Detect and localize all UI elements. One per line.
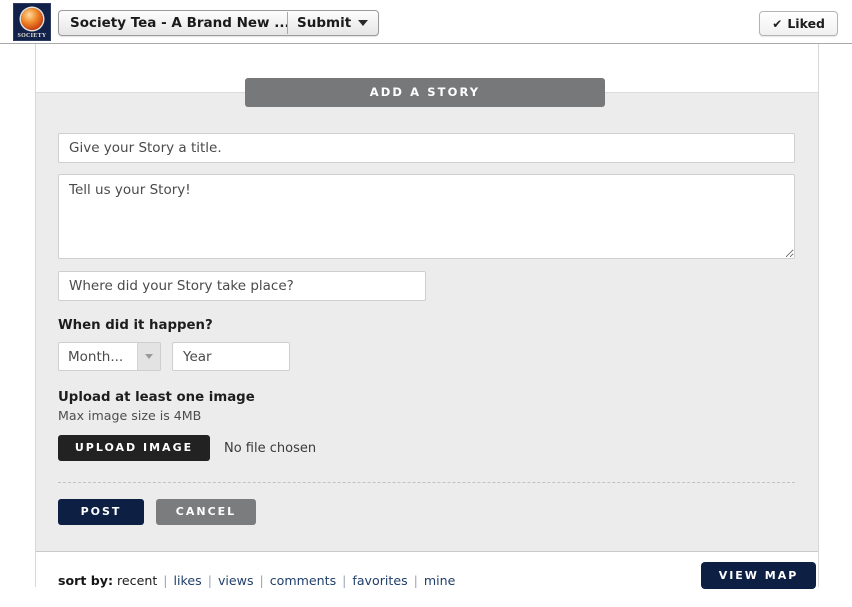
- sort-link-views[interactable]: views: [218, 573, 254, 588]
- liked-label: Liked: [787, 16, 825, 31]
- content-card: ADD A STORY When did it happen? Month...: [36, 47, 818, 607]
- app-chrome-bar: SOCIETY Society Tea - A Brand New ... Su…: [0, 0, 852, 44]
- liked-button[interactable]: ✔ Liked: [759, 11, 838, 36]
- when-did-it-happen-label: When did it happen?: [58, 318, 213, 333]
- sort-separator: |: [413, 573, 418, 588]
- sort-link-favorites[interactable]: favorites: [352, 573, 407, 588]
- story-body-textarea[interactable]: [58, 174, 795, 259]
- page-frame: ADD A STORY When did it happen? Month...: [0, 44, 852, 607]
- society-tea-logo[interactable]: SOCIETY: [13, 3, 51, 41]
- sort-link-likes[interactable]: likes: [174, 573, 202, 588]
- sort-links: recent | likes | views | comments | favorites | mi…: [117, 573, 455, 588]
- form-divider: [58, 482, 795, 483]
- month-select[interactable]: Month...: [58, 342, 161, 371]
- page-title: Society Tea - A Brand New ...: [70, 15, 287, 31]
- sort-link-comments[interactable]: comments: [270, 573, 336, 588]
- month-select-value: Month...: [68, 348, 124, 365]
- sort-link-recent[interactable]: recent: [117, 573, 157, 588]
- upload-row: UPLOAD IMAGE No file chosen: [58, 435, 796, 461]
- page-title-bar: Society Tea - A Brand New ... Submit: [58, 10, 380, 36]
- date-row: Month...: [58, 342, 796, 371]
- frame-border-right: [818, 44, 819, 587]
- sort-separator: |: [163, 573, 168, 588]
- story-location-input[interactable]: [58, 271, 426, 301]
- add-story-form: ADD A STORY When did it happen? Month...: [36, 78, 818, 552]
- logo-wordmark: SOCIETY: [17, 33, 47, 39]
- form-fields: When did it happen? Month... Upload at l…: [36, 93, 818, 525]
- sort-separator: |: [259, 573, 264, 588]
- year-input[interactable]: [172, 342, 290, 371]
- submit-dropdown-button[interactable]: Submit: [288, 11, 378, 35]
- cancel-button[interactable]: CANCEL: [156, 499, 256, 525]
- sort-by-label: sort by:: [58, 573, 114, 588]
- sort-by-bar: sort by: recent | likes | views | comments | fav…: [58, 573, 455, 588]
- sort-separator: |: [207, 573, 212, 588]
- post-button[interactable]: POST: [58, 499, 144, 525]
- month-select-arrow-box: [137, 343, 160, 370]
- footer-bar: sort by: recent | likes | views | comments | fav…: [36, 552, 818, 607]
- check-icon: ✔: [772, 16, 783, 31]
- add-a-story-button[interactable]: ADD A STORY: [245, 78, 605, 107]
- upload-image-button[interactable]: UPLOAD IMAGE: [58, 435, 210, 461]
- chevron-down-icon: [145, 354, 153, 359]
- form-actions: POST CANCEL: [58, 499, 796, 525]
- submit-label: Submit: [297, 15, 352, 31]
- sort-separator: |: [342, 573, 347, 588]
- upload-section-label: Upload at least one image: [58, 390, 255, 405]
- story-title-input[interactable]: [58, 133, 795, 163]
- file-status-text: No file chosen: [224, 440, 317, 456]
- upload-size-hint: Max image size is 4MB: [58, 408, 202, 423]
- chevron-down-icon: [358, 20, 369, 26]
- sort-link-mine[interactable]: mine: [424, 573, 456, 588]
- view-map-button[interactable]: VIEW MAP: [701, 562, 816, 589]
- tea-cup-icon: [21, 8, 43, 30]
